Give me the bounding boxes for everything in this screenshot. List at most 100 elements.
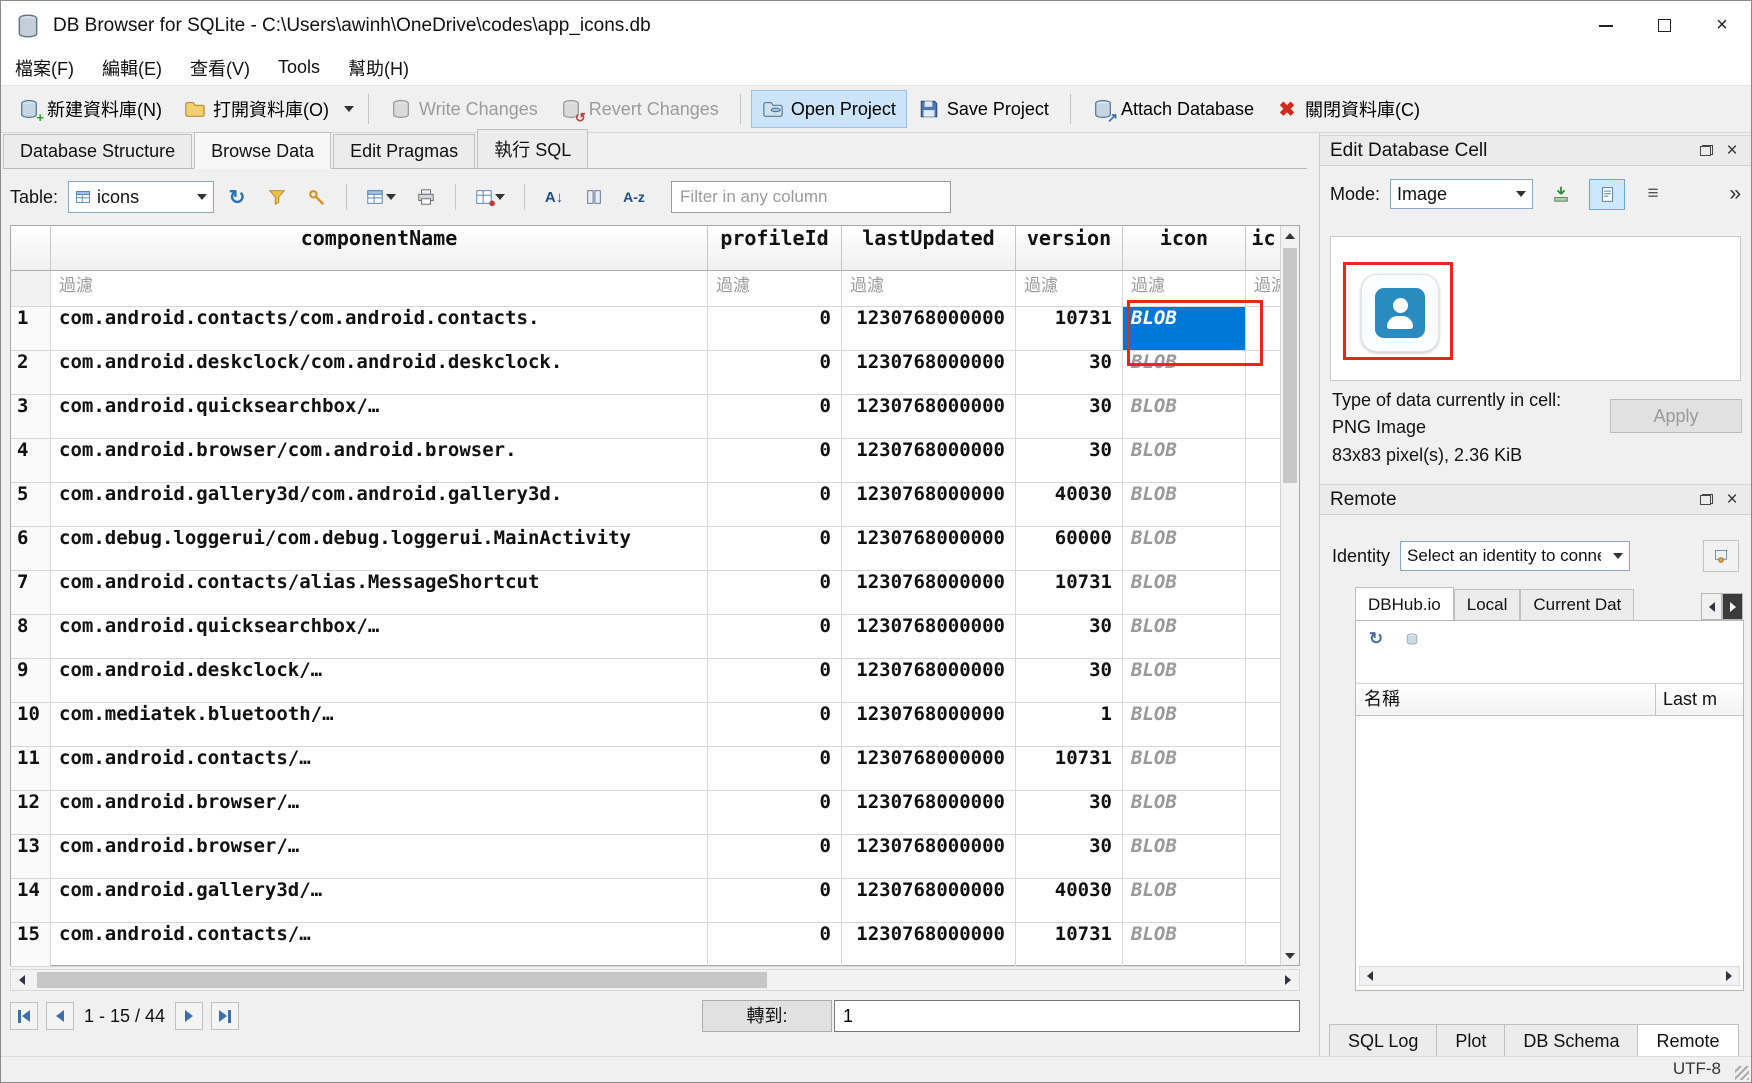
scroll-right-icon[interactable] — [1277, 970, 1299, 990]
cell-profileId[interactable]: 0 — [708, 439, 842, 483]
filter-input-ic[interactable]: 過濾 — [1246, 271, 1282, 307]
write-changes-button[interactable]: Write Changes — [379, 90, 549, 128]
cell-icon-blob[interactable]: BLOB — [1123, 615, 1246, 659]
cell-icon-blob[interactable]: BLOB — [1123, 395, 1246, 439]
remote-tab-dbhub[interactable]: DBHub.io — [1355, 587, 1454, 620]
scroll-left-icon[interactable] — [1360, 967, 1380, 985]
cell-profileId[interactable]: 0 — [708, 923, 842, 967]
cell-lastUpdated[interactable]: 1230768000000 — [842, 703, 1016, 747]
cell-overflow[interactable] — [1246, 747, 1282, 791]
grid-horizontal-scrollbar[interactable] — [10, 969, 1300, 991]
first-page-button[interactable] — [10, 1002, 38, 1030]
remote-name-column-header[interactable]: 名稱 — [1356, 684, 1655, 715]
filter-input-profileId[interactable]: 過濾 — [708, 271, 842, 307]
cell-lastUpdated[interactable]: 1230768000000 — [842, 615, 1016, 659]
scroll-left-icon[interactable] — [11, 970, 33, 990]
cell-componentName[interactable]: com.android.contacts/com.android.contact… — [51, 307, 708, 351]
sort-az-button[interactable]: A-z — [617, 181, 651, 213]
tab-execute-sql[interactable]: 執行 SQL — [477, 129, 588, 168]
float-panel-button[interactable] — [1693, 488, 1719, 512]
cell-profileId[interactable]: 0 — [708, 879, 842, 923]
attach-database-button[interactable]: ↗ Attach Database — [1081, 90, 1265, 128]
cell-componentName[interactable]: com.debug.loggerui/com.debug.loggerui.Ma… — [51, 527, 708, 571]
row-number[interactable]: 6 — [11, 527, 51, 571]
cell-icon-blob[interactable]: BLOB — [1123, 791, 1246, 835]
cell-version[interactable]: 30 — [1016, 615, 1123, 659]
print-button[interactable] — [409, 181, 443, 213]
cell-version[interactable]: 10731 — [1016, 307, 1123, 351]
apply-button[interactable]: Apply — [1610, 399, 1742, 433]
vertical-scroll-thumb[interactable] — [1283, 248, 1297, 483]
menu-tools[interactable]: Tools — [264, 52, 334, 83]
cell-overflow[interactable] — [1246, 483, 1282, 527]
grid-vertical-scrollbar[interactable] — [1280, 226, 1299, 965]
scroll-down-icon[interactable] — [1281, 946, 1299, 965]
cell-overflow[interactable] — [1246, 879, 1282, 923]
open-database-button[interactable]: 打開資料庫(O) — [173, 90, 340, 128]
cell-componentName[interactable]: com.android.quicksearchbox/… — [51, 395, 708, 439]
cell-lastUpdated[interactable]: 1230768000000 — [842, 483, 1016, 527]
row-number[interactable]: 11 — [11, 747, 51, 791]
cell-profileId[interactable]: 0 — [708, 571, 842, 615]
tab-database-structure[interactable]: Database Structure — [3, 134, 192, 168]
cell-lastUpdated[interactable]: 1230768000000 — [842, 879, 1016, 923]
cell-overflow[interactable] — [1246, 307, 1282, 351]
row-number[interactable]: 5 — [11, 483, 51, 527]
cell-version[interactable]: 40030 — [1016, 483, 1123, 527]
filter-input-componentName[interactable]: 過濾 — [51, 271, 708, 307]
scroll-up-icon[interactable] — [1281, 226, 1299, 245]
next-page-button[interactable] — [175, 1002, 203, 1030]
row-number[interactable]: 4 — [11, 439, 51, 483]
remote-horizontal-scrollbar[interactable] — [1359, 966, 1740, 986]
horizontal-scroll-thumb[interactable] — [37, 972, 767, 988]
cell-lastUpdated[interactable]: 1230768000000 — [842, 351, 1016, 395]
cell-componentName[interactable]: com.mediatek.bluetooth/… — [51, 703, 708, 747]
cell-version[interactable]: 30 — [1016, 791, 1123, 835]
previous-page-button[interactable] — [46, 1002, 74, 1030]
cell-overflow[interactable] — [1246, 439, 1282, 483]
cell-profileId[interactable]: 0 — [708, 527, 842, 571]
cell-overflow[interactable] — [1246, 351, 1282, 395]
menu-file[interactable]: 檔案(F) — [1, 50, 88, 86]
import-certificate-button[interactable] — [1703, 540, 1739, 572]
cell-lastUpdated[interactable]: 1230768000000 — [842, 747, 1016, 791]
insert-record-button[interactable]: ● — [468, 181, 512, 213]
cell-icon-blob[interactable]: BLOB — [1123, 835, 1246, 879]
remote-refresh-button[interactable]: ↻ — [1362, 626, 1390, 652]
filter-input-version[interactable]: 過濾 — [1016, 271, 1123, 307]
cell-icon-blob[interactable]: BLOB — [1123, 879, 1246, 923]
filter-input-icon[interactable]: 過濾 — [1123, 271, 1246, 307]
cell-overflow[interactable] — [1246, 659, 1282, 703]
cell-componentName[interactable]: com.android.browser/com.android.browser. — [51, 439, 708, 483]
cell-lastUpdated[interactable]: 1230768000000 — [842, 439, 1016, 483]
cell-componentName[interactable]: com.android.browser/… — [51, 835, 708, 879]
cell-icon-blob[interactable]: BLOB — [1123, 527, 1246, 571]
scroll-right-icon[interactable] — [1719, 967, 1739, 985]
cell-version[interactable]: 40030 — [1016, 879, 1123, 923]
cell-icon-blob[interactable]: BLOB — [1123, 659, 1246, 703]
tab-browse-data[interactable]: Browse Data — [194, 132, 331, 169]
close-button[interactable]: × — [1693, 1, 1751, 50]
cell-overflow[interactable] — [1246, 835, 1282, 879]
cell-version[interactable]: 30 — [1016, 439, 1123, 483]
filter-any-column-input[interactable] — [671, 181, 951, 213]
row-number[interactable]: 1 — [11, 307, 51, 351]
cell-version[interactable]: 1 — [1016, 703, 1123, 747]
remote-clone-button[interactable] — [1398, 626, 1426, 652]
resize-grip[interactable] — [1735, 1066, 1749, 1080]
cell-profileId[interactable]: 0 — [708, 395, 842, 439]
revert-changes-button[interactable]: ↺ Revert Changes — [549, 90, 730, 128]
row-number[interactable]: 3 — [11, 395, 51, 439]
cell-icon-blob[interactable]: BLOB — [1123, 571, 1246, 615]
tab-scroll-left-button[interactable] — [1701, 593, 1722, 620]
cell-icon-blob[interactable]: BLOB — [1123, 439, 1246, 483]
remote-tab-current-database[interactable]: Current Dat — [1520, 589, 1634, 620]
cell-overflow[interactable] — [1246, 395, 1282, 439]
cell-componentName[interactable]: com.android.contacts/… — [51, 747, 708, 791]
tab-remote[interactable]: Remote — [1637, 1024, 1738, 1059]
cell-profileId[interactable]: 0 — [708, 747, 842, 791]
menu-help[interactable]: 幫助(H) — [334, 50, 423, 86]
sort-asc-button[interactable]: A↓ — [537, 181, 571, 213]
cell-lastUpdated[interactable]: 1230768000000 — [842, 307, 1016, 351]
cell-version[interactable]: 30 — [1016, 351, 1123, 395]
